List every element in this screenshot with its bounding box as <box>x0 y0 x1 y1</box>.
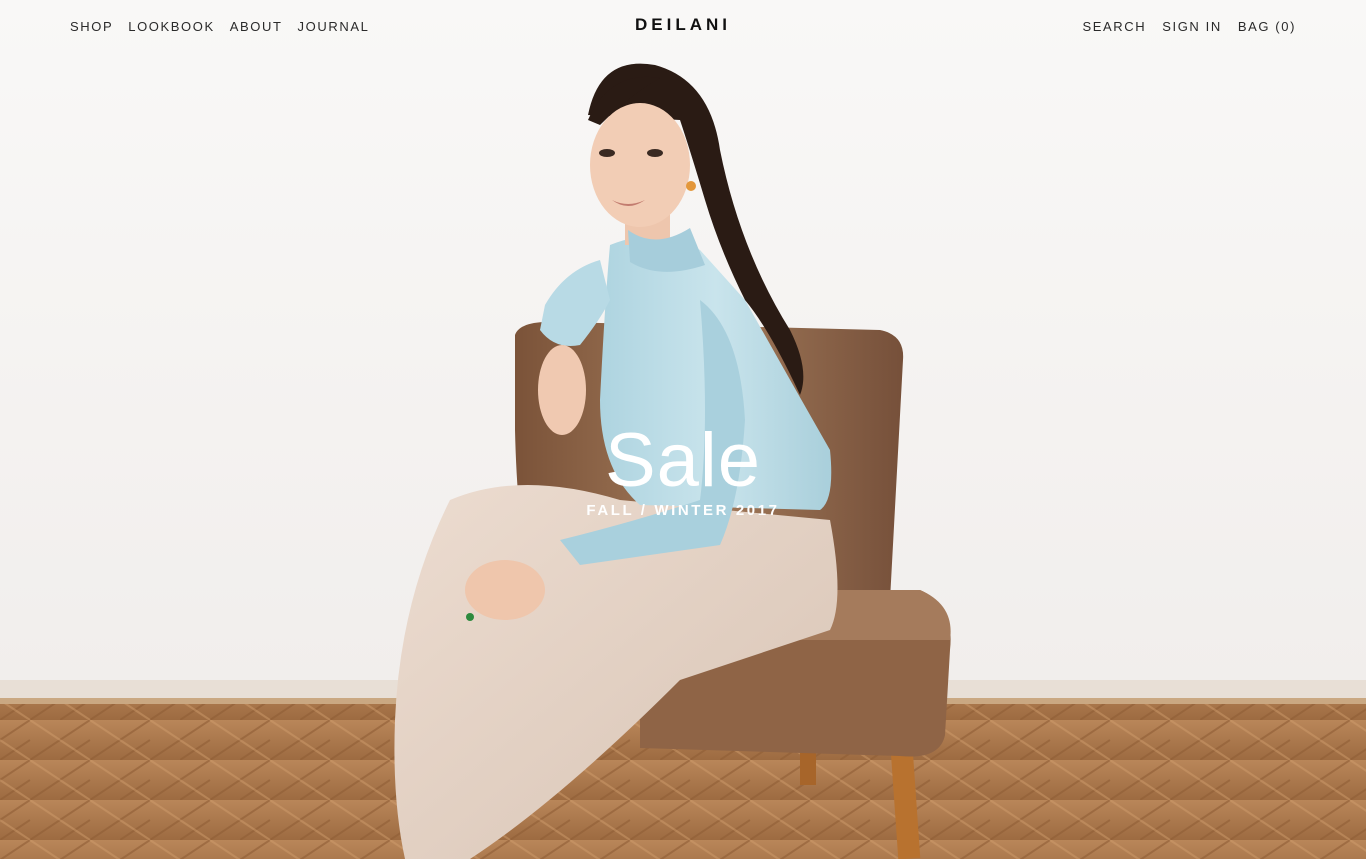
nav-lookbook-link[interactable]: LOOKBOOK <box>128 19 215 34</box>
search-link[interactable]: SEARCH <box>1082 19 1146 34</box>
hero-sale-text[interactable]: Sale FALL / WINTER 2017 <box>0 418 1366 520</box>
nav-about-link[interactable]: ABOUT <box>230 19 283 34</box>
nav-shop-link[interactable]: SHOP <box>70 19 113 34</box>
utility-nav: SEARCH SIGN IN BAG (0) <box>1082 19 1296 34</box>
bag-link[interactable]: BAG (0) <box>1238 19 1296 34</box>
nav-journal-link[interactable]: JOURNAL <box>298 19 370 34</box>
hero-subtitle: FALL / WINTER 2017 <box>586 502 780 519</box>
primary-nav: SHOP LOOKBOOK ABOUT JOURNAL <box>70 19 369 34</box>
site-header: SHOP LOOKBOOK ABOUT JOURNAL DEILANI SEAR… <box>0 0 1366 52</box>
brand-logo[interactable]: DEILANI <box>635 15 731 35</box>
hero-title: Sale <box>604 418 762 503</box>
sign-in-link[interactable]: SIGN IN <box>1162 19 1222 34</box>
